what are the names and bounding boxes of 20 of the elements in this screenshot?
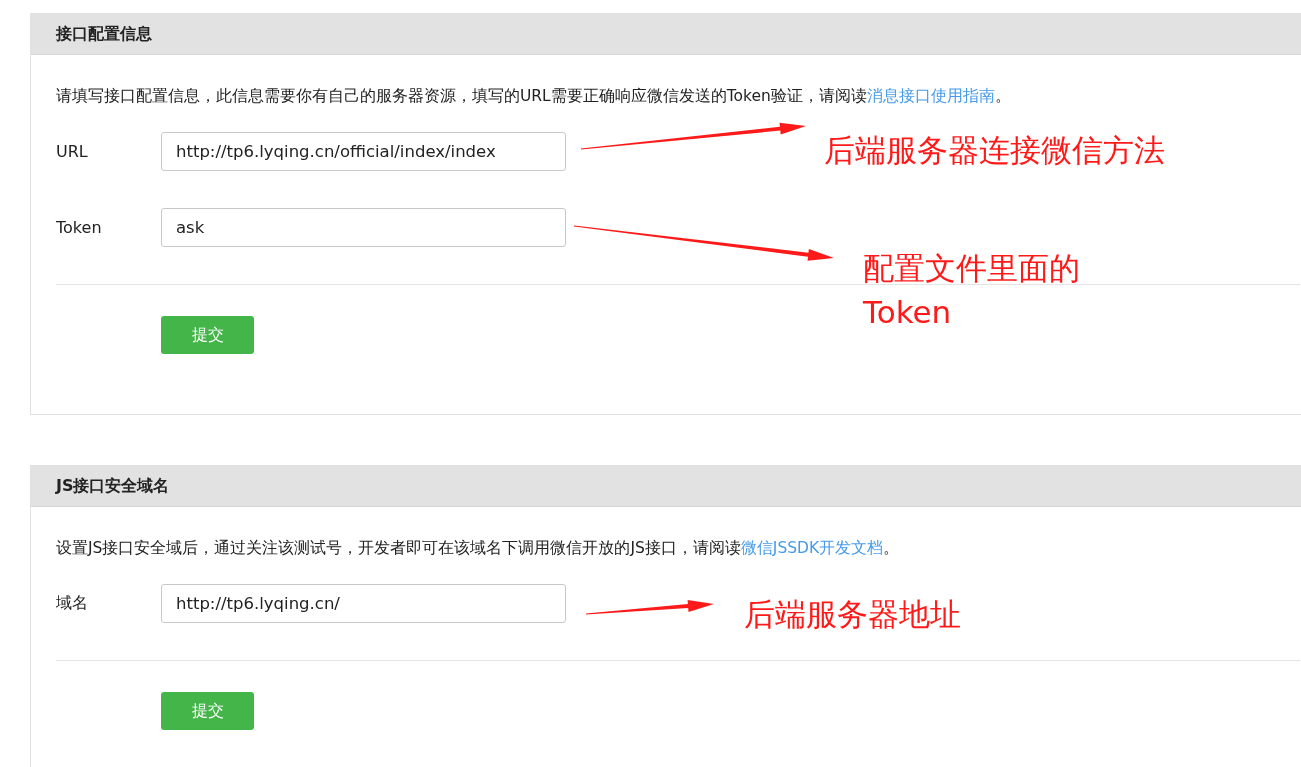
field-label: Token [56,218,103,237]
annotation-text: 后端服务器地址 [744,595,962,634]
annotation-text: 配置文件里面的Token [863,249,1081,332]
annotation-text: 后端服务器连接微信方法 [824,131,1166,170]
arrow-icon [586,600,714,615]
submit-button[interactable]: 提交 [161,316,254,354]
description-text: 请填写接口配置信息，此信息需要你有自己的服务器资源，填写的URL需要正确响应微信发送的Token验证，请阅读消息接口使用指南。 [56,86,1012,107]
guide-link[interactable]: 微信JSSDK开发文档 [740,539,884,557]
arrow-icon [580,122,806,150]
guide-link[interactable]: 消息接口使用指南 [866,87,995,105]
field-label: 域名 [56,593,89,614]
description-text: 设置JS接口安全域后，通过关注该测试号，开发者即可在该域名下调用微信开放的JS接口，请阅读微信JSSDK开发文档。 [56,538,901,559]
input-field[interactable]: http://tp6.lyqing.cn/ [161,584,566,623]
input-field[interactable]: http://tp6.lyqing.cn/official/index/index [161,132,566,171]
submit-button[interactable]: 提交 [161,692,254,730]
input-field[interactable]: ask [161,208,566,247]
panel-title: 接口配置信息 [56,23,152,45]
field-label: URL [56,142,89,161]
arrow-icon [573,225,834,261]
panel-title: JS接口安全域名 [56,475,170,497]
